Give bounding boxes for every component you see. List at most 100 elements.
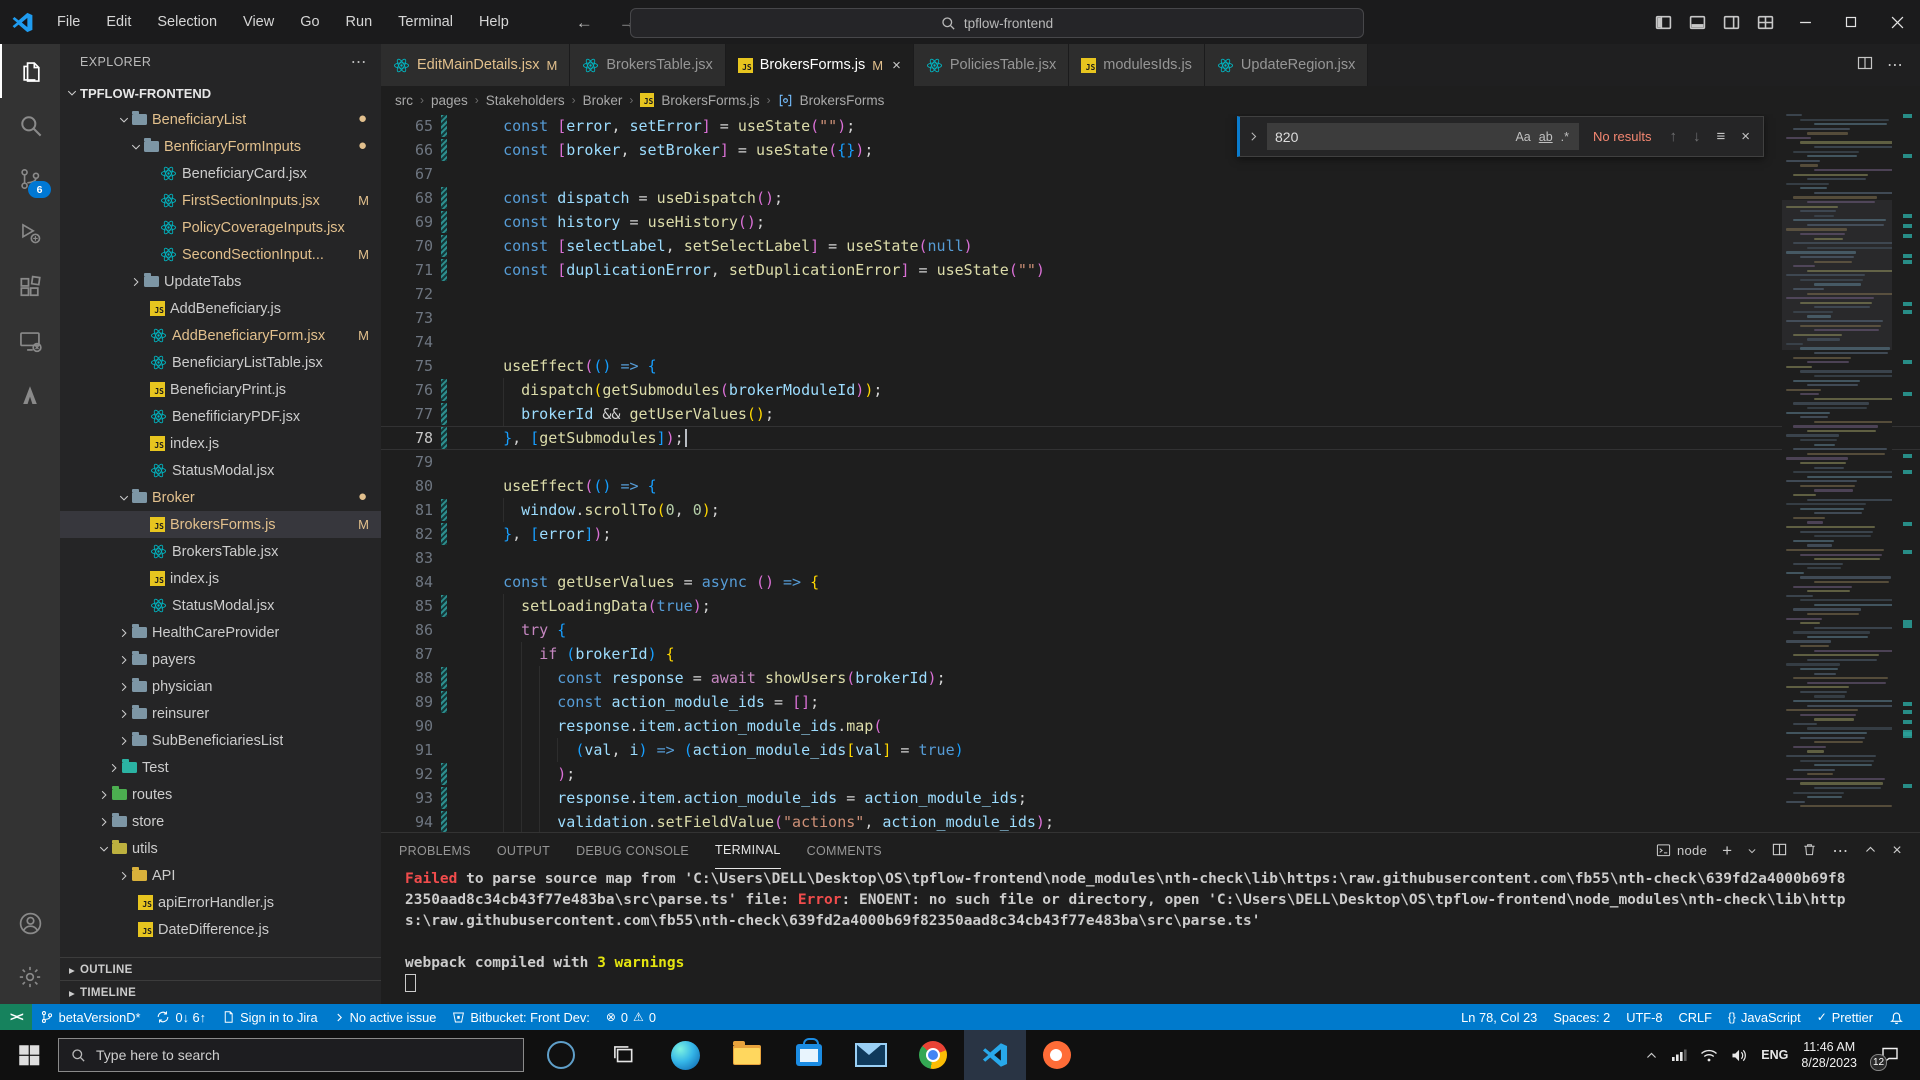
- volume-icon[interactable]: [1731, 1048, 1748, 1063]
- terminal-shell-label[interactable]: node: [1656, 843, 1707, 858]
- tree-item-routes[interactable]: routes: [60, 781, 381, 808]
- code-line-78[interactable]: 78 }, [getSubmodules]);: [381, 426, 1920, 450]
- code-line-75[interactable]: 75 useEffect(() => {: [381, 354, 1920, 378]
- code-editor[interactable]: 65 const [error, setError] = useState(""…: [381, 114, 1920, 833]
- taskbar-app-cortana[interactable]: [530, 1030, 592, 1080]
- code-line-68[interactable]: 68 const dispatch = useDispatch();: [381, 186, 1920, 210]
- code-line-86[interactable]: 86 try {: [381, 618, 1920, 642]
- menu-selection[interactable]: Selection: [144, 0, 230, 44]
- panel-tab-comments[interactable]: COMMENTS: [807, 833, 882, 868]
- code-line-83[interactable]: 83: [381, 546, 1920, 570]
- tree-item-api[interactable]: API: [60, 862, 381, 889]
- menu-terminal[interactable]: Terminal: [385, 0, 466, 44]
- tab-brokerstable-jsx[interactable]: BrokersTable.jsx: [570, 44, 725, 86]
- find-input[interactable]: [1273, 128, 1511, 146]
- panel-action-trash[interactable]: [1802, 842, 1817, 860]
- tab-close-icon[interactable]: ×: [892, 57, 901, 74]
- status-prettier[interactable]: ✓Prettier: [1809, 1004, 1881, 1030]
- panel-action-close[interactable]: ×: [1892, 842, 1902, 860]
- taskbar-app-chrome[interactable]: [902, 1030, 964, 1080]
- menu-edit[interactable]: Edit: [93, 0, 144, 44]
- outline-section[interactable]: ▸ OUTLINE: [60, 957, 381, 981]
- tree-item-healthcareprovider[interactable]: HealthCareProvider: [60, 619, 381, 646]
- code-line-69[interactable]: 69 const history = useHistory();: [381, 210, 1920, 234]
- breadcrumb-item[interactable]: pages: [431, 93, 468, 108]
- panel-tab-terminal[interactable]: TERMINAL: [715, 833, 781, 869]
- taskbar-app-mail[interactable]: [840, 1030, 902, 1080]
- panel-action-split-panel[interactable]: [1772, 842, 1787, 860]
- clock[interactable]: 11:46 AM 8/28/2023: [1801, 1039, 1857, 1072]
- tree-item-firstsectioninputs-jsx[interactable]: FirstSectionInputs.jsxM: [60, 187, 381, 214]
- breadcrumb-item[interactable]: src: [395, 93, 413, 108]
- status-encoding[interactable]: UTF-8: [1618, 1004, 1670, 1030]
- match-case-toggle[interactable]: Aa: [1511, 128, 1534, 146]
- status-git-branch[interactable]: betaVersionD*: [32, 1004, 149, 1030]
- layout-sidebar-right[interactable]: [1714, 0, 1748, 44]
- code-line-94[interactable]: 94 validation.setFieldValue("actions", a…: [381, 810, 1920, 833]
- layout-panel[interactable]: [1680, 0, 1714, 44]
- tree-item-beneficiarylist[interactable]: BeneficiaryList●: [60, 106, 381, 133]
- code-line-72[interactable]: 72: [381, 282, 1920, 306]
- tree-item-beneficiarylisttable-jsx[interactable]: BeneficiaryListTable.jsx: [60, 349, 381, 376]
- panel-action-chevron-up[interactable]: [1864, 843, 1877, 859]
- tree-item-beneficiaryprint-js[interactable]: JSBeneficiaryPrint.js: [60, 376, 381, 403]
- tray-expand-chevron-icon[interactable]: [1645, 1049, 1658, 1062]
- editor-action-more[interactable]: ⋯: [1887, 55, 1904, 75]
- status-remote-indicator[interactable]: ><: [0, 1004, 32, 1030]
- minimize-button[interactable]: [1782, 0, 1828, 44]
- tree-item-physician[interactable]: physician: [60, 673, 381, 700]
- tree-item-updatetabs[interactable]: UpdateTabs: [60, 268, 381, 295]
- taskbar-app-task-view[interactable]: [592, 1030, 654, 1080]
- wifi-icon[interactable]: [1700, 1048, 1718, 1063]
- arrow-left-icon[interactable]: ←: [576, 14, 593, 31]
- taskbar-app-store[interactable]: [778, 1030, 840, 1080]
- action-center[interactable]: 12: [1870, 1030, 1910, 1080]
- status-bitbucket[interactable]: Bitbucket: Front Dev:: [444, 1004, 597, 1030]
- tree-item-brokerstable-jsx[interactable]: BrokersTable.jsx: [60, 538, 381, 565]
- activity-atlassian[interactable]: [0, 368, 60, 422]
- taskbar-app-vscode[interactable]: [964, 1030, 1026, 1080]
- find-previous-icon[interactable]: ↑: [1666, 128, 1682, 145]
- status-active-issue[interactable]: No active issue: [326, 1004, 445, 1030]
- code-line-77[interactable]: 77 brokerId && getUserValues();: [381, 402, 1920, 426]
- menu-go[interactable]: Go: [287, 0, 332, 44]
- code-line-87[interactable]: 87 if (brokerId) {: [381, 642, 1920, 666]
- editor-action-split-editor[interactable]: [1857, 55, 1873, 76]
- tree-item-broker[interactable]: Broker●: [60, 484, 381, 511]
- tree-item-subbeneficiarieslist[interactable]: SubBeneficiariesList: [60, 727, 381, 754]
- start-button[interactable]: [0, 1030, 58, 1080]
- sidebar-more-icon[interactable]: ⋯: [351, 52, 367, 72]
- breadcrumb-item[interactable]: Stakeholders: [486, 93, 565, 108]
- panel-action-more[interactable]: ⋯: [1832, 841, 1849, 861]
- taskbar-app-file-explorer[interactable]: [716, 1030, 778, 1080]
- activity-accounts[interactable]: [0, 896, 60, 950]
- code-line-82[interactable]: 82 }, [error]);: [381, 522, 1920, 546]
- layout-sidebar-left[interactable]: [1646, 0, 1680, 44]
- tree-item-addbeneficiaryform-jsx[interactable]: AddBeneficiaryForm.jsxM: [60, 322, 381, 349]
- maximize-button[interactable]: [1828, 0, 1874, 44]
- code-line-91[interactable]: 91 (val, i) => (action_module_ids[val] =…: [381, 738, 1920, 762]
- tab-editmaindetails-jsx[interactable]: EditMainDetails.jsxM: [381, 44, 570, 86]
- panel-action-chevron-down[interactable]: [1747, 843, 1757, 859]
- code-line-89[interactable]: 89 const action_module_ids = [];: [381, 690, 1920, 714]
- activity-explorer[interactable]: [0, 44, 60, 98]
- code-line-93[interactable]: 93 response.item.action_module_ids = act…: [381, 786, 1920, 810]
- language-indicator[interactable]: ENG: [1761, 1048, 1788, 1062]
- regex-toggle[interactable]: .*: [1557, 128, 1573, 146]
- tab-policiestable-jsx[interactable]: PoliciesTable.jsx: [914, 44, 1069, 86]
- network-icon[interactable]: [1671, 1048, 1687, 1062]
- tree-item-apierrorhandler-js[interactable]: JSapiErrorHandler.js: [60, 889, 381, 916]
- code-line-71[interactable]: 71 const [duplicationError, setDuplicati…: [381, 258, 1920, 282]
- code-line-80[interactable]: 80 useEffect(() => {: [381, 474, 1920, 498]
- status-indentation[interactable]: Spaces: 2: [1545, 1004, 1618, 1030]
- tree-item-statusmodal-jsx[interactable]: StatusModal.jsx: [60, 457, 381, 484]
- layout-grid[interactable]: [1748, 0, 1782, 44]
- find-next-icon[interactable]: ↓: [1689, 128, 1705, 145]
- workspace-section-header[interactable]: TPFLOW-FRONTEND: [60, 80, 381, 106]
- tree-item-test[interactable]: Test: [60, 754, 381, 781]
- taskbar-app-postman[interactable]: [1026, 1030, 1088, 1080]
- tree-item-beneficiarycard-jsx[interactable]: BeneficiaryCard.jsx: [60, 160, 381, 187]
- tree-item-statusmodal-jsx[interactable]: StatusModal.jsx: [60, 592, 381, 619]
- breadcrumb-file[interactable]: BrokersForms.js: [661, 93, 759, 108]
- code-line-88[interactable]: 88 const response = await showUsers(brok…: [381, 666, 1920, 690]
